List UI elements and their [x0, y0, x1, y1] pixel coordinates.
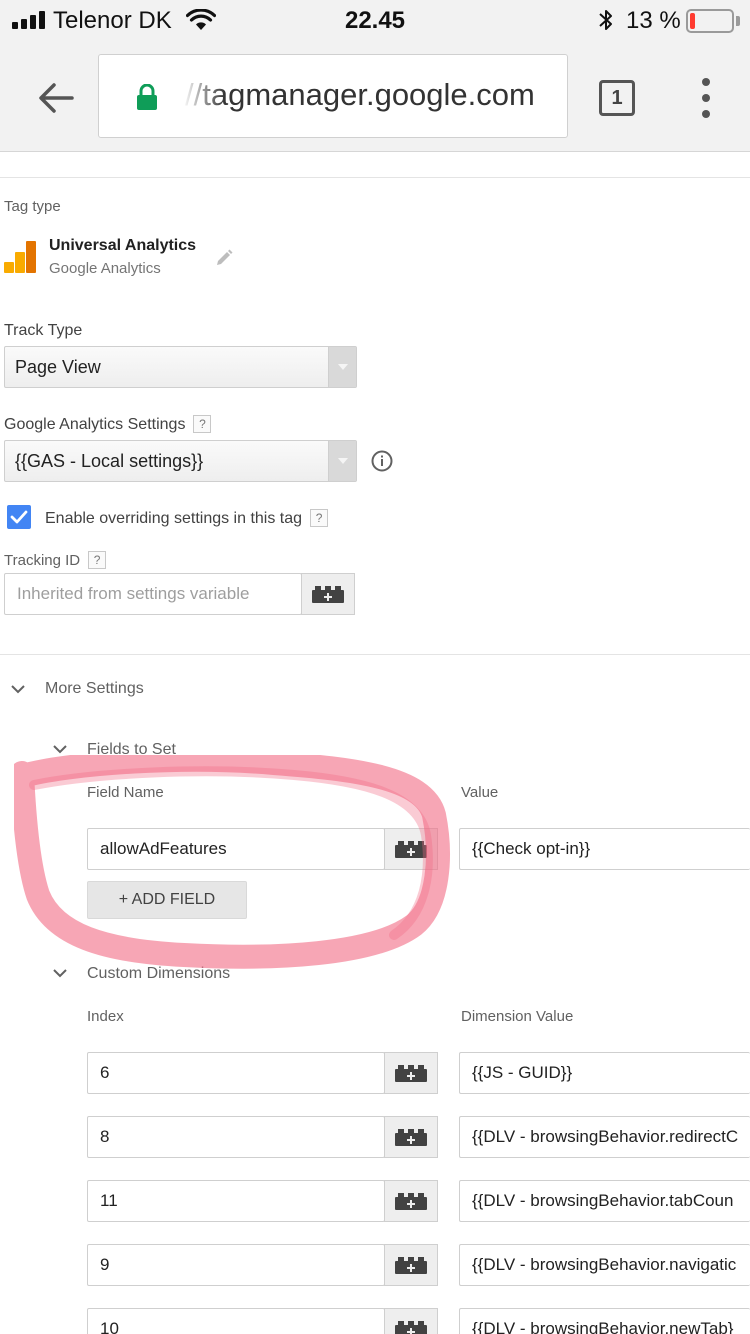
dimension-index-input[interactable]: 11 [87, 1180, 385, 1222]
value-column-header: Value [461, 784, 499, 801]
dimension-index-input[interactable]: 6 [87, 1052, 385, 1094]
carrier-name: Telenor DK [53, 7, 172, 34]
edit-pencil-icon[interactable] [214, 248, 234, 268]
variable-picker-button[interactable] [384, 1244, 438, 1286]
field-value-input[interactable]: {{Check opt-in}} [459, 828, 750, 870]
checkmark-icon [10, 510, 28, 524]
tag-configuration: Tag type Universal Analytics Google Anal… [0, 153, 750, 1334]
override-label-text: Enable overriding settings in this tag [45, 510, 303, 527]
add-field-button[interactable]: + ADD FIELD [87, 881, 247, 919]
browser-toolbar: //tagmanager.google.com 1 [0, 42, 750, 152]
tag-type-provider: Google Analytics [49, 260, 161, 277]
chevron-down-icon[interactable] [11, 684, 25, 694]
tracking-id-label: Tracking ID? [4, 551, 107, 569]
section-divider [0, 177, 750, 178]
override-label: Enable overriding settings in this tag? [45, 509, 329, 528]
variable-picker-button[interactable] [301, 573, 355, 615]
dimension-value-input[interactable]: {{DLV - browsingBehavior.navigatic [459, 1244, 750, 1286]
override-checkbox[interactable] [7, 505, 31, 529]
dimension-row: 11 {{DLV - browsingBehavior.tabCoun [0, 1180, 750, 1244]
tab-switcher-button[interactable]: 1 [599, 80, 635, 116]
dimension-index-input[interactable]: 8 [87, 1116, 385, 1158]
dimension-row: 9 {{DLV - browsingBehavior.navigatic [0, 1244, 750, 1308]
more-settings-title[interactable]: More Settings [45, 680, 144, 698]
custom-dimensions-title[interactable]: Custom Dimensions [87, 965, 230, 983]
chevron-down-icon [328, 347, 356, 387]
menu-dot [702, 110, 710, 118]
tracking-id-input[interactable]: Inherited from settings variable [4, 573, 302, 615]
variable-brick-icon [395, 1321, 427, 1334]
variable-brick-icon [395, 1129, 427, 1146]
bluetooth-icon [599, 10, 612, 30]
cellular-signal-icon [12, 11, 45, 29]
battery-level [690, 13, 695, 29]
help-icon[interactable]: ? [310, 509, 329, 527]
dimension-value-input[interactable]: {{DLV - browsingBehavior.newTab} [459, 1308, 750, 1334]
status-bar: Telenor DK 22.45 13 % [0, 0, 750, 42]
chevron-down-icon [328, 441, 356, 481]
track-type-select[interactable]: Page View [4, 346, 357, 388]
index-column-header: Index [87, 1008, 124, 1025]
more-menu-button[interactable] [694, 78, 718, 118]
menu-dot [702, 94, 710, 102]
dimension-index-input[interactable]: 10 [87, 1308, 385, 1334]
url-text: //tagmanager.google.com [185, 77, 535, 112]
variable-brick-icon [395, 1065, 427, 1082]
dimension-value-input[interactable]: {{DLV - browsingBehavior.tabCoun [459, 1180, 750, 1222]
dimension-value-input[interactable]: {{DLV - browsingBehavior.redirectC [459, 1116, 750, 1158]
ga-settings-value: {{GAS - Local settings}} [15, 451, 204, 471]
variable-picker-button[interactable] [384, 828, 438, 870]
variable-brick-icon [312, 586, 344, 603]
dimension-row: 10 {{DLV - browsingBehavior.newTab} [0, 1308, 750, 1334]
section-divider [0, 654, 750, 655]
dimension-index-input[interactable]: 9 [87, 1244, 385, 1286]
battery-percent: 13 % [626, 7, 681, 34]
variable-picker-button[interactable] [384, 1116, 438, 1158]
dimension-value-column-header: Dimension Value [461, 1008, 574, 1025]
ga-settings-select[interactable]: {{GAS - Local settings}} [4, 440, 357, 482]
field-name-input[interactable]: allowAdFeatures [87, 828, 385, 870]
tag-type-name: Universal Analytics [49, 237, 197, 254]
battery-tip [736, 16, 740, 26]
fields-to-set-title[interactable]: Fields to Set [87, 741, 176, 759]
variable-brick-icon [395, 1193, 427, 1210]
dimension-row: 6 {{JS - GUID}} [0, 1052, 750, 1116]
back-button[interactable] [30, 72, 82, 124]
url-fade [185, 55, 225, 137]
track-type-value: Page View [15, 357, 101, 377]
chevron-down-icon[interactable] [53, 744, 67, 754]
lock-icon [137, 84, 157, 110]
tag-type-label: Tag type [4, 198, 61, 215]
chevron-down-icon[interactable] [53, 968, 67, 978]
google-analytics-icon [4, 241, 36, 273]
address-bar[interactable]: //tagmanager.google.com [98, 54, 568, 138]
help-icon[interactable]: ? [88, 551, 107, 569]
info-icon[interactable] [371, 450, 393, 472]
variable-picker-button[interactable] [384, 1052, 438, 1094]
dimension-value-input[interactable]: {{JS - GUID}} [459, 1052, 750, 1094]
wifi-icon [186, 9, 216, 30]
ga-settings-label: Google Analytics Settings? [4, 415, 212, 434]
help-icon[interactable]: ? [193, 415, 212, 433]
track-type-label: Track Type [4, 322, 83, 339]
ga-settings-label-text: Google Analytics Settings [4, 416, 186, 433]
variable-brick-icon [395, 1257, 427, 1274]
dimension-row: 8 {{DLV - browsingBehavior.redirectC [0, 1116, 750, 1180]
menu-dot [702, 78, 710, 86]
tracking-id-label-text: Tracking ID [4, 552, 81, 569]
field-name-column-header: Field Name [87, 784, 164, 801]
variable-picker-button[interactable] [384, 1180, 438, 1222]
variable-brick-icon [395, 841, 427, 858]
arrow-left-icon [39, 83, 74, 113]
variable-picker-button[interactable] [384, 1308, 438, 1334]
battery-icon [686, 9, 734, 33]
